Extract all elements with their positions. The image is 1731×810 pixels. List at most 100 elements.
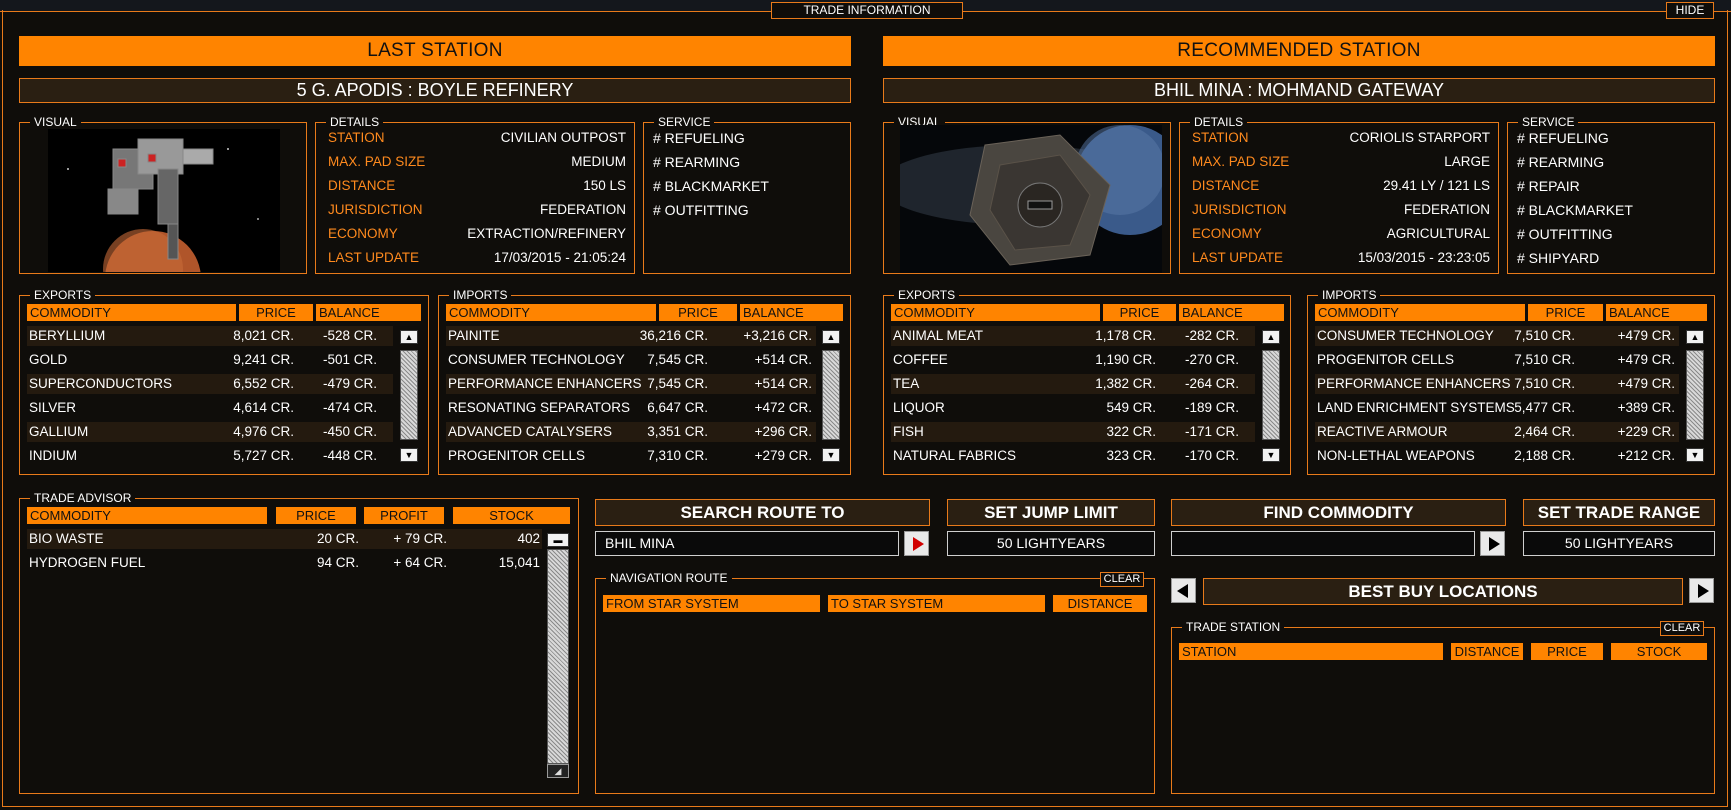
table-row[interactable]: LAND ENRICHMENT SYSTEMS 5,477 CR. +389 CR. bbox=[1315, 398, 1679, 418]
scroll-down-icon[interactable]: ▼ bbox=[822, 448, 840, 462]
table-row[interactable]: NATURAL FABRICS 323 CR. -170 CR. bbox=[891, 446, 1255, 466]
find-commodity-go-button[interactable] bbox=[1480, 531, 1505, 556]
table-row[interactable]: FISH 322 CR. -171 CR. bbox=[891, 422, 1255, 442]
col-price[interactable]: PRICE bbox=[659, 304, 737, 321]
col-commodity[interactable]: COMMODITY bbox=[894, 304, 975, 321]
jump-limit-input[interactable]: 50 LIGHTYEARS bbox=[947, 531, 1155, 556]
col-balance[interactable]: BALANCE bbox=[1182, 304, 1243, 321]
col-balance[interactable]: BALANCE bbox=[743, 304, 804, 321]
col-commodity[interactable]: COMMODITY bbox=[449, 304, 530, 321]
scrollbar[interactable] bbox=[400, 350, 418, 440]
detail-row-pad-size: MAX. PAD SIZE LARGE bbox=[1192, 154, 1490, 169]
coriolis-station-icon bbox=[900, 125, 1162, 266]
col-commodity[interactable]: COMMODITY bbox=[27, 507, 267, 524]
scroll-up-icon[interactable]: ▬ bbox=[547, 533, 569, 547]
exports-header: COMMODITY PRICE BALANCE bbox=[891, 304, 1284, 321]
rec-service-group: SERVICE # REFUELING # REARMING # REPAIR … bbox=[1507, 115, 1715, 274]
search-route-go-button[interactable] bbox=[904, 531, 929, 556]
set-trade-range-button[interactable]: SET TRADE RANGE bbox=[1523, 499, 1715, 526]
table-row[interactable]: PROGENITOR CELLS 7,310 CR. +279 CR. bbox=[446, 446, 816, 466]
scroll-down-icon[interactable]: ◢ bbox=[547, 764, 569, 778]
scroll-down-icon[interactable]: ▼ bbox=[1686, 448, 1704, 462]
col-commodity[interactable]: COMMODITY bbox=[30, 304, 111, 321]
imports-label: IMPORTS bbox=[449, 288, 512, 302]
last-service-group: SERVICE # REFUELING # REARMING # BLACKMA… bbox=[643, 115, 851, 274]
scrollbar[interactable] bbox=[1262, 350, 1280, 440]
imports-label: IMPORTS bbox=[1318, 288, 1381, 302]
col-profit[interactable]: PROFIT bbox=[364, 507, 444, 524]
table-row[interactable]: PERFORMANCE ENHANCERS 7,545 CR. +514 CR. bbox=[446, 374, 816, 394]
hide-button[interactable]: HIDE bbox=[1666, 2, 1714, 19]
find-commodity-button[interactable]: FIND COMMODITY bbox=[1171, 499, 1506, 526]
rec-details-group: DETAILS STATION CORIOLIS STARPORT MAX. PA… bbox=[1179, 115, 1499, 274]
last-exports-group: EXPORTS COMMODITY PRICE BALANCE BERYLLIU… bbox=[19, 288, 429, 475]
find-commodity-input[interactable] bbox=[1171, 531, 1475, 556]
play-icon bbox=[1489, 537, 1500, 551]
col-price[interactable]: PRICE bbox=[276, 507, 356, 524]
col-balance[interactable]: BALANCE bbox=[1609, 304, 1670, 321]
col-price[interactable]: PRICE bbox=[1103, 304, 1176, 321]
scroll-up-icon[interactable]: ▲ bbox=[400, 330, 418, 344]
scroll-down-icon[interactable]: ▼ bbox=[1262, 448, 1280, 462]
scroll-up-icon[interactable]: ▲ bbox=[1686, 330, 1704, 344]
nav-clear-button[interactable]: CLEAR bbox=[1100, 572, 1144, 587]
search-route-button[interactable]: SEARCH ROUTE TO bbox=[595, 499, 930, 526]
best-buy-prev-button[interactable] bbox=[1171, 578, 1196, 603]
table-row[interactable]: CONSUMER TECHNOLOGY 7,510 CR. +479 CR. bbox=[1315, 326, 1679, 346]
col-distance[interactable]: DISTANCE bbox=[1451, 643, 1523, 660]
table-row[interactable]: NON-LETHAL WEAPONS 2,188 CR. +212 CR. bbox=[1315, 446, 1679, 466]
col-distance[interactable]: DISTANCE bbox=[1053, 595, 1147, 612]
col-stock[interactable]: STOCK bbox=[1611, 643, 1707, 660]
service-item: # OUTFITTING bbox=[1517, 226, 1613, 242]
exports-label: EXPORTS bbox=[894, 288, 960, 302]
trade-advisor-label: TRADE ADVISOR bbox=[30, 491, 136, 505]
scroll-up-icon[interactable]: ▲ bbox=[1262, 330, 1280, 344]
table-row[interactable]: ANIMAL MEAT 1,178 CR. -282 CR. bbox=[891, 326, 1255, 346]
table-row[interactable]: GALLIUM 4,976 CR. -450 CR. bbox=[27, 422, 393, 442]
table-row[interactable]: BIO WASTE 20 CR. + 79 CR. 402 bbox=[27, 529, 542, 549]
table-row[interactable]: COFFEE 1,190 CR. -270 CR. bbox=[891, 350, 1255, 370]
best-buy-next-button[interactable] bbox=[1689, 578, 1714, 603]
col-price[interactable]: PRICE bbox=[1528, 304, 1603, 321]
col-price[interactable]: PRICE bbox=[1531, 643, 1603, 660]
scroll-up-icon[interactable]: ▲ bbox=[822, 330, 840, 344]
table-row[interactable]: PAINITE 36,216 CR. +3,216 CR. bbox=[446, 326, 816, 346]
rec-imports-group: IMPORTS COMMODITY PRICE BALANCE CONSUMER… bbox=[1307, 288, 1715, 475]
table-row[interactable]: BERYLLIUM 8,021 CR. -528 CR. bbox=[27, 326, 393, 346]
set-jump-limit-button[interactable]: SET JUMP LIMIT bbox=[947, 499, 1155, 526]
col-price[interactable]: PRICE bbox=[239, 304, 313, 321]
table-row[interactable]: HYDROGEN FUEL 94 CR. + 64 CR. 15,041 bbox=[27, 553, 542, 573]
table-row[interactable]: TEA 1,382 CR. -264 CR. bbox=[891, 374, 1255, 394]
last-station-name: 5 G. APODIS : BOYLE REFINERY bbox=[19, 78, 851, 103]
table-row[interactable]: INDIUM 5,727 CR. -448 CR. bbox=[27, 446, 393, 466]
scrollbar[interactable] bbox=[822, 350, 840, 440]
table-row[interactable]: CONSUMER TECHNOLOGY 7,545 CR. +514 CR. bbox=[446, 350, 816, 370]
table-row[interactable]: SILVER 4,614 CR. -474 CR. bbox=[27, 398, 393, 418]
last-station-banner: LAST STATION bbox=[19, 36, 851, 66]
search-route-input[interactable]: BHIL MINA bbox=[595, 531, 899, 556]
prev-arrow-icon bbox=[1177, 584, 1188, 598]
trade-station-clear-button[interactable]: CLEAR bbox=[1660, 621, 1704, 636]
table-row[interactable]: PERFORMANCE ENHANCERS 7,510 CR. +479 CR. bbox=[1315, 374, 1679, 394]
table-row[interactable]: SUPERCONDUCTORS 6,552 CR. -479 CR. bbox=[27, 374, 393, 394]
table-row[interactable]: PROGENITOR CELLS 7,510 CR. +479 CR. bbox=[1315, 350, 1679, 370]
col-station[interactable]: STATION bbox=[1179, 643, 1443, 660]
exports-label: EXPORTS bbox=[30, 288, 96, 302]
table-row[interactable]: ADVANCED CATALYSERS 3,351 CR. +296 CR. bbox=[446, 422, 816, 442]
last-visual-group: VISUAL bbox=[19, 115, 307, 274]
table-row[interactable]: GOLD 9,241 CR. -501 CR. bbox=[27, 350, 393, 370]
col-balance[interactable]: BALANCE bbox=[319, 304, 380, 321]
table-row[interactable]: REACTIVE ARMOUR 2,464 CR. +229 CR. bbox=[1315, 422, 1679, 442]
col-commodity[interactable]: COMMODITY bbox=[1318, 304, 1399, 321]
table-row[interactable]: RESONATING SEPARATORS 6,647 CR. +472 CR. bbox=[446, 398, 816, 418]
service-item: # BLACKMARKET bbox=[1517, 202, 1633, 218]
scrollbar[interactable] bbox=[547, 549, 569, 764]
table-row[interactable]: LIQUOR 549 CR. -189 CR. bbox=[891, 398, 1255, 418]
scroll-down-icon[interactable]: ▼ bbox=[400, 448, 418, 462]
trade-advisor-group: TRADE ADVISOR COMMODITY PRICE PROFIT STO… bbox=[19, 491, 579, 794]
col-stock[interactable]: STOCK bbox=[453, 507, 570, 524]
col-from-system[interactable]: FROM STAR SYSTEM bbox=[603, 595, 820, 612]
col-to-system[interactable]: TO STAR SYSTEM bbox=[828, 595, 1045, 612]
trade-range-input[interactable]: 50 LIGHTYEARS bbox=[1523, 531, 1715, 556]
scrollbar[interactable] bbox=[1686, 350, 1704, 440]
